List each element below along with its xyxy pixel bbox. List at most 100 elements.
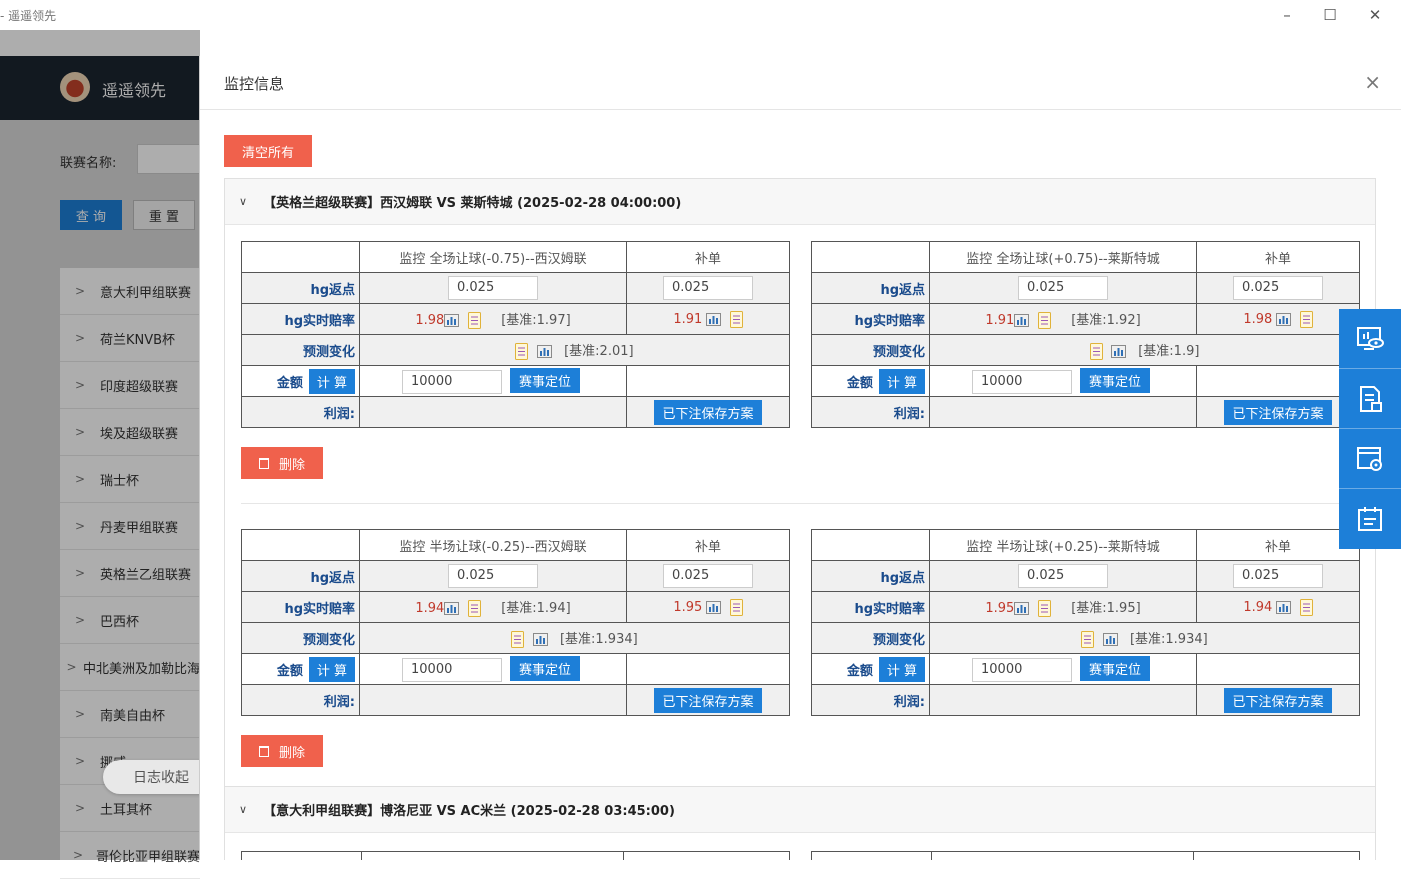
base-odds: [基准:1.94] (501, 601, 571, 616)
profit-label: 利润: (241, 396, 360, 428)
rebate-label: hg返点 (241, 560, 360, 592)
modal-title: 监控信息 (224, 75, 285, 93)
trash-icon (258, 745, 269, 757)
extra-rebate-input[interactable]: 0.025 (663, 276, 753, 300)
extra-rebate-input[interactable]: 0.025 (663, 564, 753, 588)
note-list-icon[interactable] (515, 343, 529, 360)
predict-label: 预测变化 (241, 622, 360, 654)
locate-match-button[interactable]: 赛事定位 (510, 655, 581, 681)
locate-match-button[interactable]: 赛事定位 (1080, 655, 1151, 681)
note-list-icon[interactable] (467, 312, 481, 329)
delete-button[interactable]: 删除 (241, 447, 323, 479)
note-list-icon[interactable] (1299, 598, 1313, 616)
predict-base: [基准:1.934] (559, 632, 638, 647)
extra-rebate-input[interactable]: 0.025 (1233, 564, 1323, 588)
amount-input[interactable]: 10000 (972, 658, 1072, 683)
save-bet-button[interactable]: 已下注保存方案 (1224, 687, 1332, 713)
match-header[interactable]: ∨ 【意大利甲组联赛】博洛尼亚 VS AC米兰 (2025-02-28 03:4… (225, 787, 1375, 833)
bar-chart-icon[interactable] (706, 600, 722, 614)
bar-chart-icon[interactable] (1014, 602, 1030, 615)
locate-match-button[interactable]: 赛事定位 (1080, 367, 1151, 393)
note-list-icon[interactable] (511, 631, 525, 648)
amount-label: 金额 (846, 663, 873, 679)
rebate-input[interactable]: 0.025 (448, 564, 538, 588)
monitor-title: 监控 半场让球(+0.25)--莱斯特城 (929, 529, 1197, 561)
extra-odds-value: 1.91 (673, 311, 703, 327)
bar-chart-icon[interactable] (1110, 345, 1126, 358)
monitor-table: 监控 全场让球(+0.75)--莱斯特城 补单 hg返点 0.025 0.025 hg实时… (811, 241, 1360, 428)
bar-chart-icon[interactable] (1102, 633, 1118, 646)
maximize-button[interactable]: ☐ (1319, 4, 1341, 26)
monitor-table-partial (241, 851, 790, 860)
bar-chart-icon[interactable] (1014, 314, 1030, 327)
monitor-eye-button[interactable] (1339, 309, 1401, 369)
document-list-icon (1360, 385, 1382, 412)
monitor-table-partial (811, 851, 1360, 860)
locate-match-button[interactable]: 赛事定位 (510, 367, 581, 393)
bar-chart-icon[interactable] (536, 345, 552, 358)
note-list-icon[interactable] (1037, 600, 1051, 617)
match-title: 【意大利甲组联赛】博洛尼亚 VS AC米兰 (2025-02-28 03:45:… (263, 804, 675, 819)
note-list-icon[interactable] (467, 600, 481, 617)
monitor-table: 监控 半场让球(+0.25)--莱斯特城 补单 hg返点 0.025 0.025 hg实时… (811, 529, 1360, 716)
note-list-icon[interactable] (1299, 310, 1313, 328)
base-odds: [基准:1.92] (1071, 313, 1141, 328)
rebate-label: hg返点 (811, 560, 930, 592)
modal-close-icon[interactable]: × (1364, 70, 1381, 94)
save-bet-button[interactable]: 已下注保存方案 (654, 399, 762, 425)
profit-value (359, 396, 627, 428)
rebate-input[interactable]: 0.025 (448, 276, 538, 300)
monitor-title: 监控 全场让球(-0.75)--西汉姆联 (359, 241, 627, 273)
note-list-icon[interactable] (729, 310, 743, 328)
match-header[interactable]: ∨ 【英格兰超级联赛】西汉姆联 VS 莱斯特城 (2025-02-28 04:0… (225, 179, 1375, 225)
minimize-button[interactable]: – (1276, 4, 1298, 26)
note-list-icon[interactable] (1089, 343, 1103, 360)
note-list-icon[interactable] (1081, 631, 1095, 648)
floating-toolbar (1339, 309, 1401, 549)
calc-button[interactable]: 计 算 (308, 656, 355, 682)
live-odds-value: 1.91 (985, 313, 1015, 328)
rebate-input[interactable]: 0.025 (1018, 276, 1108, 300)
calc-button[interactable]: 计 算 (308, 368, 355, 394)
note-list-icon[interactable] (1037, 312, 1051, 329)
calc-button[interactable]: 计 算 (878, 656, 925, 682)
monitor-modal: 监控信息 × 清空所有 ∨ 【英格兰超级联赛】西汉姆联 VS 莱斯特城 (202… (199, 56, 1401, 860)
calendar-button[interactable] (1339, 489, 1401, 549)
browser-settings-icon (1357, 446, 1382, 471)
delete-button[interactable]: 删除 (241, 735, 323, 767)
save-bet-button[interactable]: 已下注保存方案 (1224, 399, 1332, 425)
calc-button[interactable]: 计 算 (878, 368, 925, 394)
live-odds-value: 1.95 (985, 601, 1015, 616)
live-odds-label: hg实时赔率 (241, 303, 360, 335)
window-close-button[interactable]: ✕ (1364, 4, 1386, 26)
extra-odds-value: 1.95 (673, 599, 703, 615)
amount-input[interactable]: 10000 (402, 658, 502, 683)
live-odds-value: 1.98 (415, 313, 445, 328)
trash-icon (258, 457, 269, 469)
live-odds-label: hg实时赔率 (811, 591, 930, 623)
amount-input[interactable]: 10000 (402, 370, 502, 395)
modal-backdrop[interactable] (0, 30, 200, 860)
monitor-title: 监控 全场让球(+0.75)--莱斯特城 (929, 241, 1197, 273)
amount-label: 金额 (846, 375, 873, 391)
bar-chart-icon[interactable] (444, 314, 460, 327)
live-odds-label: hg实时赔率 (241, 591, 360, 623)
profit-value (929, 684, 1197, 716)
predict-base: [基准:1.9] (1138, 344, 1200, 359)
profit-label: 利润: (241, 684, 360, 716)
extra-rebate-input[interactable]: 0.025 (1233, 276, 1323, 300)
bar-chart-icon[interactable] (1276, 312, 1292, 326)
browser-settings-button[interactable] (1339, 429, 1401, 489)
bar-chart-icon[interactable] (706, 312, 722, 326)
bar-chart-icon[interactable] (444, 602, 460, 615)
rebate-input[interactable]: 0.025 (1018, 564, 1108, 588)
amount-input[interactable]: 10000 (972, 370, 1072, 395)
clear-all-button[interactable]: 清空所有 (224, 135, 312, 167)
bar-chart-icon[interactable] (1276, 600, 1292, 614)
predict-label: 预测变化 (811, 622, 930, 654)
save-bet-button[interactable]: 已下注保存方案 (654, 687, 762, 713)
rebate-label: hg返点 (811, 272, 930, 304)
note-list-icon[interactable] (729, 598, 743, 616)
bar-chart-icon[interactable] (532, 633, 548, 646)
document-list-button[interactable] (1339, 369, 1401, 429)
